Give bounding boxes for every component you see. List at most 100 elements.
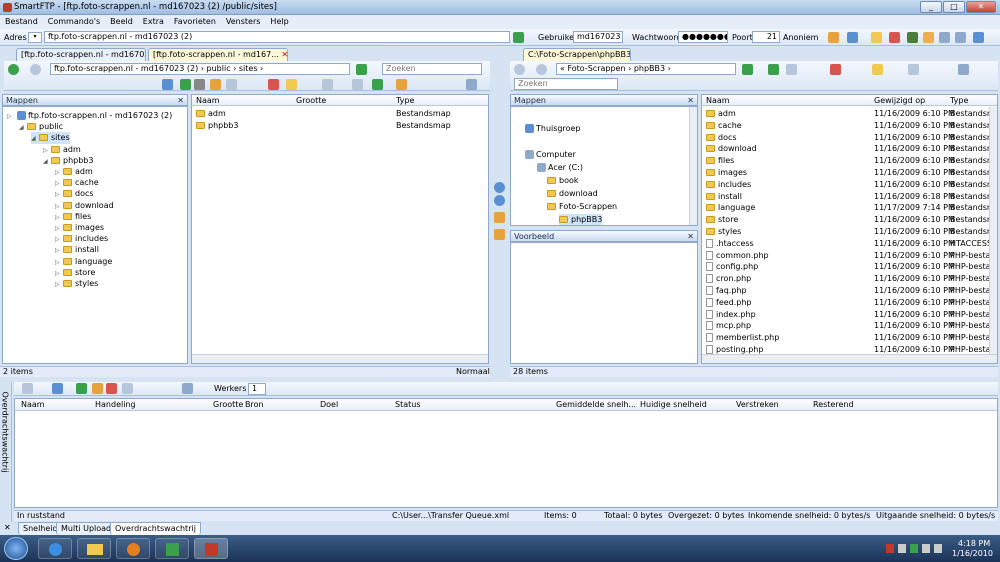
qcol-resterend[interactable]: Resterend (813, 400, 854, 410)
menu-help[interactable]: Help (265, 15, 293, 28)
address-input[interactable]: ftp.foto-scrappen.nl - md167023 (2) (44, 31, 510, 43)
tree-node[interactable]: ◢ phpbb3 (43, 155, 93, 167)
left-edit-icon[interactable] (210, 79, 221, 90)
tree-node[interactable]: ▷ cache (55, 177, 99, 189)
queue-pause-icon[interactable] (92, 383, 103, 394)
tree-node[interactable]: Foto-Scrappen (547, 201, 617, 212)
right-up-icon[interactable] (742, 64, 753, 75)
right-cut-icon[interactable] (908, 64, 919, 75)
col-naam[interactable]: Naam (196, 96, 220, 106)
table-row[interactable]: mcp.php 11/16/2009 6:10 PMPHP-bestan (702, 320, 990, 332)
table-row[interactable]: cron.php 11/16/2009 6:10 PMPHP-bestan (702, 273, 990, 285)
tree-node[interactable]: ▷ language (55, 256, 112, 268)
left-breadcrumb[interactable]: ftp.foto-scrappen.nl - md167023 (2) › pu… (50, 63, 350, 75)
explorer-icon[interactable] (77, 538, 111, 559)
menu-beeld[interactable]: Beeld (105, 15, 138, 28)
queue-play-icon[interactable] (76, 383, 87, 394)
tree-node[interactable]: ▷ store (55, 267, 95, 279)
left-newfolder-icon[interactable] (286, 79, 297, 90)
qcol-handeling[interactable]: Handeling (95, 400, 136, 410)
tree-node[interactable]: ◢ public (19, 121, 63, 133)
menu-favorieten[interactable]: Favorieten (169, 15, 221, 28)
clock-time[interactable]: 4:18 PM (958, 539, 990, 548)
tree-node[interactable]: Acer (C:) (535, 162, 583, 173)
qcol-huidige-snelheid[interactable]: Huidige snelheid (640, 400, 707, 410)
tree-node[interactable]: ▷ install (55, 244, 99, 256)
col-type[interactable]: Type (396, 96, 414, 106)
expand-icon[interactable]: ▷ (55, 279, 63, 290)
tab-ftp-1[interactable]: [ftp.foto-scrappen.nl - md167023 (2... (16, 48, 146, 61)
right-vscrollbar[interactable] (989, 107, 997, 355)
app-icon-2[interactable] (155, 538, 189, 559)
crumb-phpbb3[interactable]: phpBB3 (634, 64, 665, 73)
left-delete-icon[interactable] (268, 79, 279, 90)
expand-icon[interactable]: ◢ (19, 122, 27, 133)
qcol-gem-snelheid[interactable]: Gemiddelde snelh... (556, 400, 636, 410)
help-icon[interactable] (973, 32, 984, 43)
password-input[interactable]: ●●●●●●●●●● (678, 31, 728, 43)
menu-bestand[interactable]: Bestand (0, 15, 43, 28)
user-input[interactable]: md167023 (573, 31, 623, 43)
qcol-bron[interactable]: Bron (245, 400, 264, 410)
menu-extra[interactable]: Extra (138, 15, 169, 28)
pane-close-icon[interactable]: ✕ (177, 95, 184, 106)
close-button[interactable]: ✕ (966, 1, 996, 13)
expand-icon[interactable]: ◢ (31, 133, 39, 144)
tree-node[interactable]: Computer (523, 149, 576, 160)
table-row[interactable]: phpbb3 Bestandsmap (192, 120, 488, 132)
tab-multi-upload[interactable]: Multi Upload (56, 522, 117, 535)
tree-node[interactable]: ▷ images (55, 222, 104, 234)
table-row[interactable]: files 11/16/2009 6:10 PMBestandsma (702, 155, 990, 167)
table-row[interactable]: feed.php 11/16/2009 6:10 PMPHP-bestan (702, 297, 990, 309)
tree-node[interactable]: ▷ adm (43, 144, 81, 156)
preview-close-icon[interactable]: ✕ (687, 231, 694, 242)
left-filter-icon[interactable] (396, 79, 407, 90)
qcol-verstreken[interactable]: Verstreken (736, 400, 779, 410)
maximize-button[interactable]: □ (943, 1, 965, 13)
menu-vensters[interactable]: Vensters (221, 15, 266, 28)
upload-arrow-icon[interactable] (494, 182, 505, 193)
left-mode[interactable]: Normaal (456, 367, 490, 377)
globe-icon[interactable] (847, 32, 858, 43)
col-naam-right[interactable]: Naam (706, 96, 730, 106)
left-paste-icon[interactable] (352, 79, 363, 90)
right-search-input[interactable]: Zoeken (514, 78, 618, 90)
menu-commandos[interactable]: Commando's (43, 15, 105, 28)
smartftp-taskbar-icon[interactable] (194, 538, 228, 559)
tree-node[interactable]: ▷ download (55, 200, 114, 212)
bottom-close-icon[interactable]: ✕ (4, 523, 11, 532)
tab-overdrachtswachtrij[interactable]: Overdrachtswachtrij (110, 522, 201, 535)
tree-node[interactable]: ▷ styles (55, 278, 98, 290)
anonymous-checkbox-label[interactable]: Anoniem (783, 33, 818, 42)
col-type-right[interactable]: Type (950, 96, 968, 106)
right-back-icon[interactable] (514, 64, 525, 75)
up-folder-icon[interactable] (356, 64, 367, 75)
tree-node[interactable]: download (547, 188, 598, 199)
download-arrow-icon[interactable] (494, 195, 505, 206)
tree-node[interactable]: book (547, 175, 579, 186)
tab-ftp-2[interactable]: [ftp.foto-scrappen.nl - md167... ✕ (148, 48, 288, 61)
queue-stop-icon[interactable] (106, 383, 117, 394)
left-transfer-icon[interactable] (162, 79, 173, 90)
tab-local[interactable]: C:\Foto-Scrappen\phpBB3 (523, 48, 631, 61)
workers-input[interactable]: 1 (248, 383, 266, 395)
right-copy-icon[interactable] (786, 64, 797, 75)
table-row[interactable]: docs 11/16/2009 6:10 PMBestandsma (702, 132, 990, 144)
right-hscrollbar[interactable] (702, 354, 997, 363)
table-row[interactable]: install 11/16/2009 6:18 PMBestandsma (702, 191, 990, 203)
table-row[interactable]: adm 11/16/2009 6:10 PMBestandsma (702, 108, 990, 120)
right-delete-icon[interactable] (830, 64, 841, 75)
table-row[interactable]: styles 11/16/2009 6:10 PMBestandsma (702, 226, 990, 238)
clock-date[interactable]: 1/16/2010 (952, 549, 993, 558)
back-icon[interactable] (8, 64, 19, 75)
tree-node[interactable]: ▷ includes (55, 233, 108, 245)
tree-node[interactable]: phpBB3 (559, 214, 603, 225)
crumb-public[interactable]: public (207, 64, 231, 73)
left-hscrollbar[interactable] (192, 354, 488, 363)
table-row[interactable]: store 11/16/2009 6:10 PMBestandsma (702, 214, 990, 226)
start-button[interactable] (4, 537, 28, 560)
connect-icon[interactable] (513, 32, 524, 43)
left-refresh-icon[interactable] (180, 79, 191, 90)
queue-remove-icon[interactable] (122, 383, 133, 394)
table-row[interactable]: config.php 11/16/2009 6:10 PMPHP-bestan (702, 261, 990, 273)
